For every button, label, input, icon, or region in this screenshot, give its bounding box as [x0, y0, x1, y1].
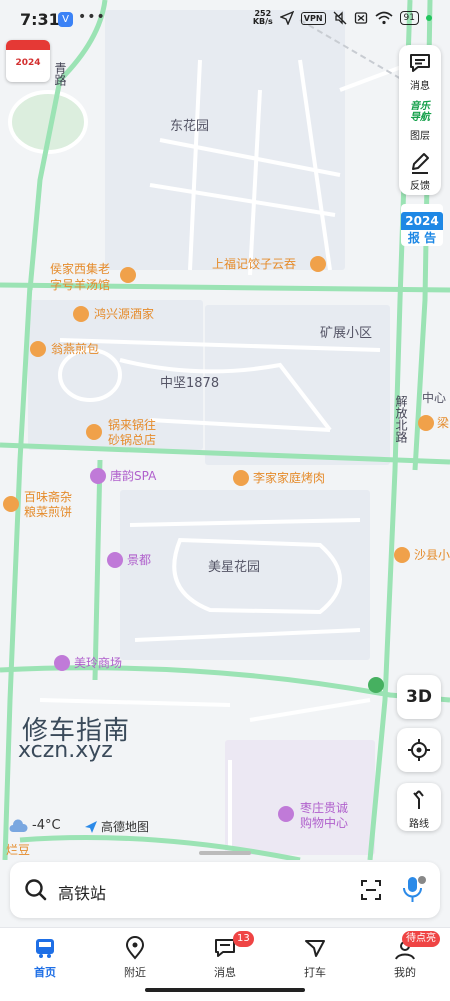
poi-green-marker[interactable] — [368, 677, 384, 693]
nav-nearby-label: 附近 — [124, 966, 146, 979]
feedback-button[interactable]: 反馈 — [399, 145, 441, 195]
nav-messages[interactable]: 13 消息 — [180, 928, 270, 988]
poi-label: 唐韵SPA — [110, 468, 157, 483]
calendar-header — [6, 40, 50, 50]
map-tools-panel: 消息 音乐 导航 图层 反馈 — [399, 45, 441, 195]
poi-label: 百味斋杂 — [24, 489, 72, 504]
route-arrow-icon — [413, 790, 424, 809]
poi-label: 锅来锅往 — [108, 417, 156, 432]
net-speed: 252 KB/s — [253, 10, 273, 26]
poi-label: 翁燕煎包 — [51, 341, 99, 356]
poi-label: 枣庄贵诚 — [300, 800, 348, 815]
poi-label: 景都 — [127, 553, 151, 567]
poi-label: 上福记饺子云吞 — [212, 256, 296, 271]
profile-tip-badge: 待点亮 — [402, 931, 440, 947]
poi-label: 梁 — [437, 415, 449, 430]
feedback-label: 反馈 — [410, 181, 430, 192]
layers-button[interactable]: 音乐 导航 图层 — [399, 95, 441, 145]
app-badge-icon: V — [58, 12, 73, 27]
battery-icon: 91 — [399, 11, 419, 25]
status-time: 7:31 — [20, 10, 60, 29]
poi-label: 侯家西集老 — [50, 261, 110, 276]
weather-widget[interactable]: -4°C — [8, 818, 61, 833]
amap-logo-icon — [85, 820, 97, 833]
area-label-meixing: 美星花园 — [208, 559, 260, 575]
location-arrow-icon — [279, 11, 294, 25]
watermark-url: xczn.xyz — [18, 738, 113, 763]
poi-label: 烂豆 — [6, 843, 30, 857]
poi-food-marker[interactable]: 鸿兴源酒家 — [73, 306, 154, 322]
poi-food-marker[interactable]: 翁燕煎包 — [30, 341, 99, 357]
music-nav-line2: 导航 — [410, 112, 430, 123]
poi-label: 购物中心 — [300, 815, 348, 830]
3d-button[interactable]: 3D — [397, 675, 441, 719]
nav-taxi[interactable]: 打车 — [270, 928, 360, 988]
poi-label: 鸿兴源酒家 — [94, 306, 154, 321]
road-label-jiefang: 解放北路 — [394, 395, 408, 444]
search-icon — [25, 879, 47, 901]
nav-nearby[interactable]: 附近 — [90, 928, 180, 988]
poi-spa-marker[interactable]: 景都 — [107, 552, 151, 568]
nav-messages-label: 消息 — [214, 966, 236, 979]
poi-label: 砂锅总店 — [108, 432, 156, 447]
calendar-year: 2024 — [15, 58, 41, 68]
poi-label: 李家家庭烤肉 — [253, 470, 325, 485]
poi-label: 粮菜煎饼 — [24, 504, 72, 519]
temperature: -4°C — [32, 818, 61, 833]
status-icons: 252 KB/s VPN 91 — [253, 10, 432, 26]
mute-icon — [333, 11, 347, 25]
poi-label: 字号羊汤馆 — [50, 277, 110, 292]
poi-spa-marker[interactable]: 唐韵SPA — [90, 468, 157, 484]
search-bar[interactable]: 高铁站 — [10, 862, 440, 918]
scan-icon[interactable] — [359, 878, 383, 902]
poi-food-marker[interactable]: 沙县小 — [394, 547, 450, 563]
area-label-kuangzhan: 矿展小区 — [320, 326, 372, 341]
route-label: 路线 — [409, 819, 429, 830]
nav-taxi-label: 打车 — [304, 966, 326, 979]
layers-label: 图层 — [410, 131, 430, 142]
nav-me[interactable]: 待点亮 我的 — [360, 928, 450, 988]
report-text: 报 告 — [407, 231, 437, 245]
poi-label: 美玲商场 — [74, 655, 122, 670]
messages-label: 消息 — [410, 81, 430, 92]
no-sim-icon — [354, 12, 367, 24]
report-year: 2024 — [401, 212, 443, 230]
bus-icon — [36, 939, 54, 958]
taxi-arrow-icon — [305, 940, 325, 957]
poi-label: 中心 — [422, 390, 446, 405]
calendar-widget[interactable]: 2024 — [6, 40, 50, 82]
vpn-icon: VPN — [300, 11, 326, 25]
nav-home-label: 首页 — [34, 966, 56, 979]
crosshair-icon — [408, 739, 430, 761]
messages-count-badge: 13 — [233, 931, 254, 947]
privacy-indicator-icon — [426, 15, 432, 21]
route-button[interactable]: 路线 — [397, 783, 441, 831]
locate-button[interactable] — [397, 728, 441, 772]
sheet-drag-handle[interactable] — [199, 851, 251, 855]
music-nav-badge: 音乐 导航 — [404, 101, 436, 123]
search-query[interactable]: 高铁站 — [58, 880, 106, 904]
pencil-icon — [412, 153, 429, 174]
area-label-donghuayuan: 东花园 — [170, 118, 209, 134]
status-bar: 7:31 V ••• 252 KB/s VPN 91 — [0, 0, 450, 40]
location-pin-icon — [125, 936, 145, 960]
area-label-zhongjian: 中坚1878 — [160, 376, 219, 391]
poi-label: 沙县小 — [414, 548, 450, 562]
nav-me-label: 我的 — [394, 966, 416, 979]
net-speed-unit: KB/s — [252, 17, 273, 26]
annual-report-badge[interactable]: 2024 报 告 — [401, 204, 443, 246]
more-dots-icon: ••• — [78, 9, 106, 25]
cloud-icon — [9, 818, 28, 832]
brand-logo: 高德地图 — [84, 818, 149, 835]
messages-button[interactable]: 消息 — [399, 45, 441, 95]
brand-name: 高德地图 — [101, 820, 150, 834]
home-indicator[interactable] — [145, 988, 305, 992]
road-label-qing: 青路 — [53, 62, 67, 87]
microphone-icon[interactable] — [400, 875, 428, 905]
wifi-icon — [375, 11, 393, 25]
message-icon — [410, 54, 430, 72]
music-nav-line1: 音乐 — [410, 101, 430, 112]
nav-home[interactable]: 首页 — [0, 928, 90, 988]
poi-shop-marker[interactable]: 美玲商场 — [54, 655, 122, 671]
